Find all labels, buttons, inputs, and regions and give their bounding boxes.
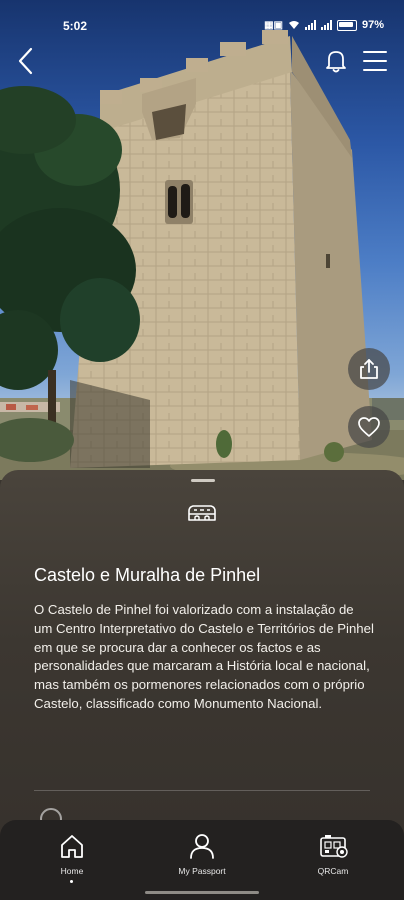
chevron-left-icon [18, 47, 33, 75]
person-icon [190, 834, 214, 859]
home-icon [61, 835, 83, 858]
battery-icon [336, 19, 357, 31]
tab-qrcam[interactable]: QRCam [278, 828, 388, 884]
signal-icon [304, 20, 316, 30]
status-icons: ▦▣ 97% [264, 19, 384, 31]
wifi-icon [288, 21, 299, 29]
tab-qrcam-label: QRCam [317, 866, 349, 876]
share-icon [360, 359, 378, 379]
section-divider [34, 790, 370, 791]
drag-handle[interactable] [191, 479, 215, 482]
status-time: 5:02 [63, 19, 88, 33]
menu-button[interactable] [358, 46, 392, 76]
bottom-navigation: Home My Passport QRCam [0, 820, 404, 900]
place-title: Castelo e Muralha de Pinhel [34, 565, 261, 585]
bell-icon [326, 51, 346, 73]
favorite-button[interactable] [348, 406, 390, 448]
heart-icon [358, 417, 380, 437]
gesture-bar [145, 891, 259, 894]
castle-icon [188, 505, 216, 521]
status-bar: 5:02 ▦▣ 97% [0, 0, 404, 40]
qr-camera-icon [320, 835, 348, 858]
tab-my-passport[interactable]: My Passport [147, 828, 257, 884]
place-description: O Castelo de Pinhel foi valorizado com a… [34, 602, 374, 711]
tab-home-label: Home [60, 866, 84, 876]
tab-my-passport-label: My Passport [178, 866, 226, 876]
active-indicator [70, 880, 73, 883]
battery-level: 97% [361, 19, 384, 31]
back-button[interactable] [10, 44, 42, 78]
notification-icons: ▦▣ [264, 19, 283, 31]
share-button[interactable] [348, 348, 390, 390]
tab-home[interactable]: Home [17, 828, 127, 884]
signal-icon-2 [320, 20, 332, 30]
notifications-button[interactable] [322, 46, 350, 76]
